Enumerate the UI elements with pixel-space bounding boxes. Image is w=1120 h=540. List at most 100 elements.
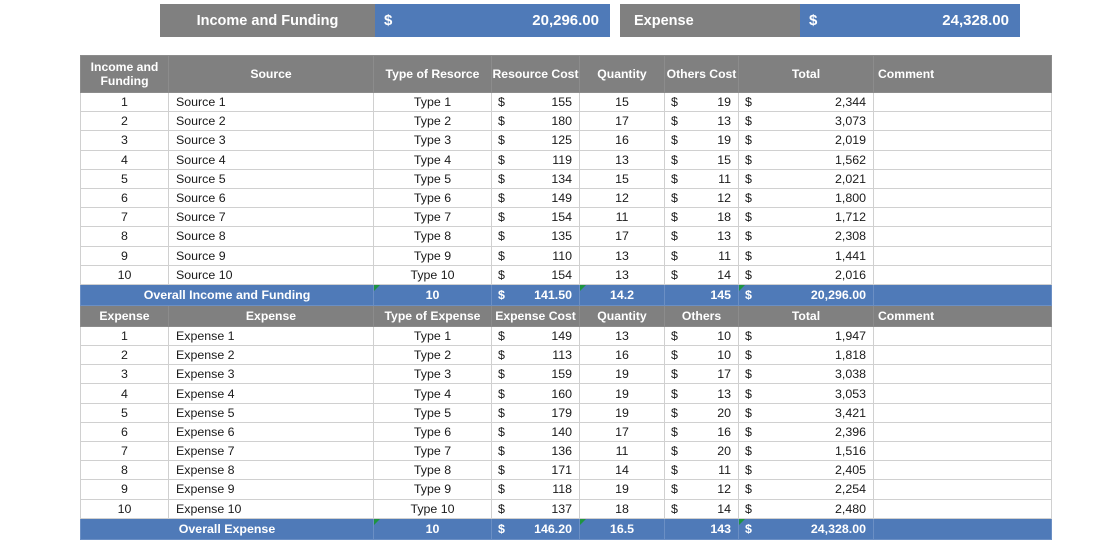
income-row-name[interactable]: Source 5 xyxy=(168,168,374,189)
income-row-type[interactable]: Type 6 xyxy=(373,187,492,209)
income-row-comment[interactable] xyxy=(873,226,1052,247)
income-row-total[interactable]: $2,308 xyxy=(738,226,874,247)
expense-row-quantity[interactable]: 19 xyxy=(579,479,665,500)
income-row-type[interactable]: Type 2 xyxy=(373,111,492,132)
income-row-name[interactable]: Source 6 xyxy=(168,187,374,209)
income-row-cost[interactable]: $149 xyxy=(491,187,580,209)
expense-row-name[interactable]: Expense 1 xyxy=(168,325,374,347)
expense-row-total[interactable]: $1,947 xyxy=(738,325,874,347)
income-row-cost[interactable]: $134 xyxy=(491,168,580,189)
expense-row-cost[interactable]: $171 xyxy=(491,460,580,481)
expense-row-others[interactable]: $10 xyxy=(664,345,739,366)
expense-row-comment[interactable] xyxy=(873,345,1052,366)
expense-row-index[interactable]: 7 xyxy=(80,440,169,462)
expense-total-quantity[interactable]: 16.5 xyxy=(579,517,665,540)
expense-row-total[interactable]: $2,396 xyxy=(738,421,874,443)
income-row-comment[interactable] xyxy=(873,264,1052,285)
income-total-total[interactable]: $20,296.00 xyxy=(738,283,874,306)
income-row-comment[interactable] xyxy=(873,130,1052,151)
income-row-cost[interactable]: $180 xyxy=(491,111,580,132)
expense-row-comment[interactable] xyxy=(873,421,1052,443)
income-row-index[interactable]: 5 xyxy=(80,168,169,189)
income-row-quantity[interactable]: 13 xyxy=(579,149,665,170)
income-row-cost[interactable]: $154 xyxy=(491,207,580,228)
expense-row-comment[interactable] xyxy=(873,402,1052,423)
income-row-others[interactable]: $19 xyxy=(664,130,739,151)
expense-row-cost[interactable]: $159 xyxy=(491,364,580,385)
income-row-index[interactable]: 9 xyxy=(80,245,169,266)
expense-row-index[interactable]: 1 xyxy=(80,325,169,347)
income-row-type[interactable]: Type 1 xyxy=(373,91,492,113)
expense-row-quantity[interactable]: 19 xyxy=(579,383,665,404)
income-row-quantity[interactable]: 17 xyxy=(579,226,665,247)
income-total-type-count[interactable]: 10 xyxy=(373,283,492,306)
expense-row-total[interactable]: $1,818 xyxy=(738,345,874,366)
income-row-comment[interactable] xyxy=(873,245,1052,266)
income-row-type[interactable]: Type 9 xyxy=(373,245,492,266)
income-row-total[interactable]: $3,073 xyxy=(738,111,874,132)
income-row-total[interactable]: $2,344 xyxy=(738,91,874,113)
income-row-index[interactable]: 8 xyxy=(80,226,169,247)
income-row-name[interactable]: Source 2 xyxy=(168,111,374,132)
income-row-quantity[interactable]: 13 xyxy=(579,245,665,266)
income-row-others[interactable]: $14 xyxy=(664,264,739,285)
expense-row-cost[interactable]: $160 xyxy=(491,383,580,404)
expense-row-others[interactable]: $20 xyxy=(664,440,739,462)
expense-total-others[interactable]: 143 xyxy=(664,517,739,540)
income-row-others[interactable]: $15 xyxy=(664,149,739,170)
income-row-index[interactable]: 4 xyxy=(80,149,169,170)
expense-row-cost[interactable]: $140 xyxy=(491,421,580,443)
income-row-total[interactable]: $1,562 xyxy=(738,149,874,170)
income-row-others[interactable]: $13 xyxy=(664,226,739,247)
expense-row-type[interactable]: Type 5 xyxy=(373,402,492,423)
income-row-index[interactable]: 3 xyxy=(80,130,169,151)
expense-row-comment[interactable] xyxy=(873,460,1052,481)
expense-row-index[interactable]: 2 xyxy=(80,345,169,366)
expense-row-others[interactable]: $16 xyxy=(664,421,739,443)
income-row-comment[interactable] xyxy=(873,187,1052,209)
income-row-quantity[interactable]: 16 xyxy=(579,130,665,151)
expense-row-total[interactable]: $3,038 xyxy=(738,364,874,385)
income-row-cost[interactable]: $154 xyxy=(491,264,580,285)
expense-row-index[interactable]: 3 xyxy=(80,364,169,385)
income-total-comment[interactable] xyxy=(873,283,1052,306)
expense-row-name[interactable]: Expense 3 xyxy=(168,364,374,385)
income-row-name[interactable]: Source 7 xyxy=(168,207,374,228)
expense-row-others[interactable]: $17 xyxy=(664,364,739,385)
income-row-name[interactable]: Source 1 xyxy=(168,91,374,113)
income-row-total[interactable]: $2,019 xyxy=(738,130,874,151)
expense-row-quantity[interactable]: 18 xyxy=(579,498,665,519)
income-row-cost[interactable]: $155 xyxy=(491,91,580,113)
expense-row-others[interactable]: $13 xyxy=(664,383,739,404)
expense-row-quantity[interactable]: 19 xyxy=(579,364,665,385)
income-row-others[interactable]: $11 xyxy=(664,245,739,266)
expense-row-quantity[interactable]: 16 xyxy=(579,345,665,366)
expense-row-index[interactable]: 10 xyxy=(80,498,169,519)
expense-row-quantity[interactable]: 17 xyxy=(579,421,665,443)
income-row-index[interactable]: 1 xyxy=(80,91,169,113)
income-row-type[interactable]: Type 3 xyxy=(373,130,492,151)
income-row-name[interactable]: Source 8 xyxy=(168,226,374,247)
expense-row-comment[interactable] xyxy=(873,498,1052,519)
expense-row-cost[interactable]: $137 xyxy=(491,498,580,519)
expense-row-cost[interactable]: $179 xyxy=(491,402,580,423)
expense-row-total[interactable]: $1,516 xyxy=(738,440,874,462)
income-row-others[interactable]: $18 xyxy=(664,207,739,228)
expense-row-index[interactable]: 4 xyxy=(80,383,169,404)
expense-row-total[interactable]: $2,405 xyxy=(738,460,874,481)
expense-total-type-count[interactable]: 10 xyxy=(373,517,492,540)
expense-row-quantity[interactable]: 11 xyxy=(579,440,665,462)
expense-row-total[interactable]: $3,053 xyxy=(738,383,874,404)
income-row-quantity[interactable]: 17 xyxy=(579,111,665,132)
income-row-total[interactable]: $2,016 xyxy=(738,264,874,285)
income-row-total[interactable]: $1,712 xyxy=(738,207,874,228)
income-row-others[interactable]: $13 xyxy=(664,111,739,132)
income-row-quantity[interactable]: 15 xyxy=(579,91,665,113)
income-row-index[interactable]: 7 xyxy=(80,207,169,228)
expense-row-comment[interactable] xyxy=(873,325,1052,347)
income-row-others[interactable]: $12 xyxy=(664,187,739,209)
income-row-total[interactable]: $1,800 xyxy=(738,187,874,209)
income-total-cost[interactable]: $141.50 xyxy=(491,283,580,306)
income-row-cost[interactable]: $135 xyxy=(491,226,580,247)
income-row-others[interactable]: $11 xyxy=(664,168,739,189)
